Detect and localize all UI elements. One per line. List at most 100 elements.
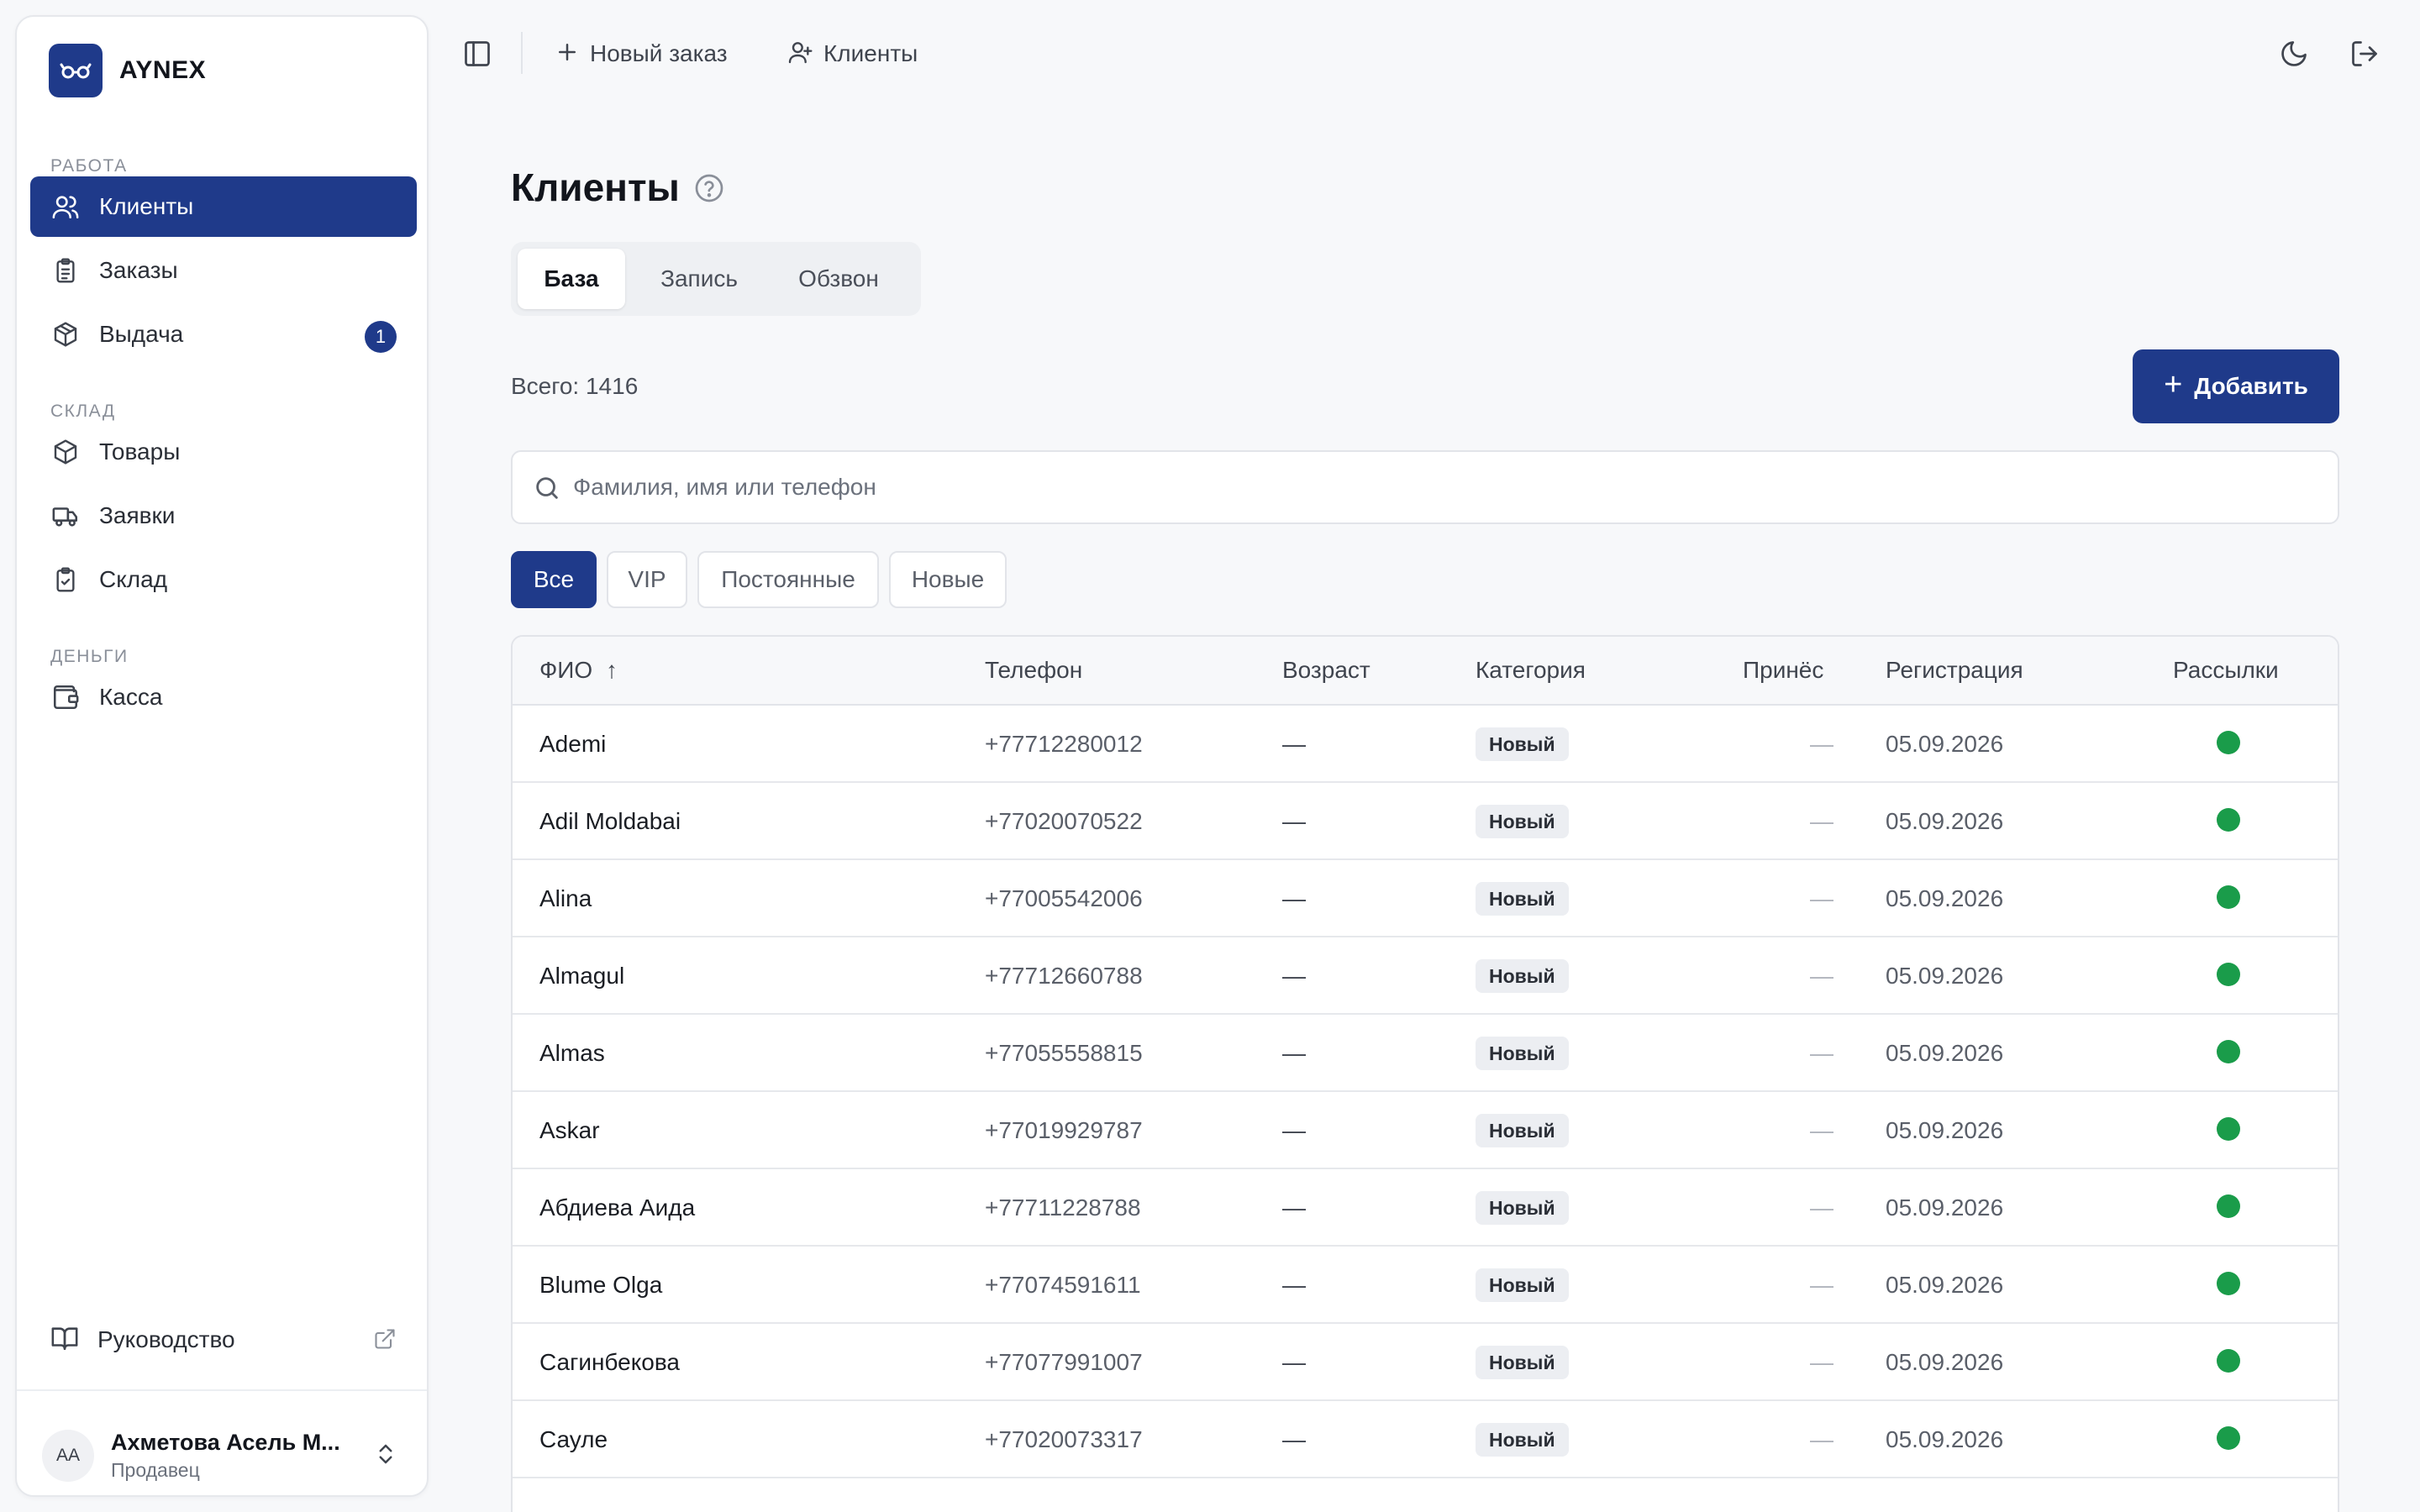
table-row-partial[interactable]: [513, 1478, 2338, 1512]
category-badge: Новый: [1476, 1037, 1569, 1070]
filter-all[interactable]: Все: [511, 551, 597, 608]
cell-name: Askar: [539, 1117, 600, 1143]
table-row[interactable]: Blume Olga +77074591611 — Новый — 05.09.…: [513, 1247, 2338, 1324]
mailing-status-dot: [2217, 1272, 2240, 1295]
mailing-status-dot: [2217, 963, 2240, 986]
sidebar-item-warehouse[interactable]: Склад: [30, 549, 417, 610]
mailing-status-dot: [2217, 1040, 2240, 1063]
sidebar-item-orders[interactable]: Заказы: [30, 240, 417, 301]
table-row[interactable]: Абдиева Аида +77711228788 — Новый — 05.0…: [513, 1169, 2338, 1247]
cell-name: Абдиева Аида: [539, 1194, 696, 1221]
tab-calls[interactable]: Обзвон: [771, 249, 906, 309]
guide-label: Руководство: [97, 1326, 235, 1352]
table-row[interactable]: Сауле +77020073317 — Новый — 05.09.2026: [513, 1401, 2338, 1478]
cell-brought: —: [1810, 1117, 1833, 1143]
column-header-category[interactable]: Категория: [1476, 657, 1586, 684]
new-order-link[interactable]: Новый заказ: [555, 34, 728, 74]
cell-name: Сагинбекова: [539, 1349, 680, 1375]
table-row[interactable]: Almagul +77712660788 — Новый — 05.09.202…: [513, 937, 2338, 1015]
sidebar-item-label: Выдача: [99, 321, 184, 347]
cell-name: Almagul: [539, 963, 625, 989]
cell-brought: —: [1810, 1349, 1833, 1375]
sidebar-item-products[interactable]: Товары: [30, 422, 417, 482]
cell-brought: —: [1810, 963, 1833, 989]
cell-age: —: [1282, 1040, 1306, 1066]
cell-phone: +77020070522: [985, 808, 1143, 834]
cell-name: Ademi: [539, 731, 607, 757]
package-icon: [50, 319, 81, 349]
cell-age: —: [1282, 885, 1306, 911]
mailing-status-dot: [2217, 885, 2240, 909]
section-label-warehouse: СКЛАД: [50, 402, 116, 421]
cell-age: —: [1282, 1272, 1306, 1298]
cell-name: Сауле: [539, 1426, 608, 1452]
table-row[interactable]: Сагинбекова +77077991007 — Новый — 05.09…: [513, 1324, 2338, 1401]
column-label: ФИО: [539, 657, 593, 683]
cell-phone: +77005542006: [985, 885, 1143, 911]
chevrons-up-down-icon[interactable]: [373, 1441, 398, 1471]
logout-icon[interactable]: [2349, 39, 2380, 69]
column-header-age[interactable]: Возраст: [1282, 657, 1370, 684]
clipboard-check-icon: [50, 564, 81, 595]
column-header-brought[interactable]: Принёс: [1743, 657, 1823, 684]
mailing-status-dot: [2217, 1117, 2240, 1141]
help-icon[interactable]: [694, 173, 724, 207]
moon-icon[interactable]: [2279, 39, 2309, 69]
category-badge: Новый: [1476, 805, 1569, 838]
topbar-divider: [521, 32, 523, 74]
mailing-status-dot: [2217, 808, 2240, 832]
sidebar-item-pickup[interactable]: Выдача 1: [30, 304, 417, 365]
cell-registration: 05.09.2026: [1886, 1349, 2004, 1375]
section-label-money: ДЕНЬГИ: [50, 647, 129, 666]
cell-brought: —: [1810, 885, 1833, 911]
cell-brought: —: [1810, 1194, 1833, 1221]
cell-registration: 05.09.2026: [1886, 731, 2004, 757]
wallet-icon: [50, 682, 81, 712]
guide-link[interactable]: Руководство: [30, 1310, 417, 1369]
search-icon: [533, 474, 561, 507]
brand[interactable]: AYNEX: [49, 44, 206, 97]
column-header-mailing[interactable]: Рассылки: [2173, 657, 2279, 684]
sidebar-item-label: Заказы: [99, 257, 178, 283]
cell-phone: +77020073317: [985, 1426, 1143, 1452]
sidebar-item-label: Товары: [99, 438, 181, 465]
mailing-status-dot: [2217, 1426, 2240, 1450]
sidebar-toggle-icon[interactable]: [462, 39, 492, 73]
table-row[interactable]: Alina +77005542006 — Новый — 05.09.2026: [513, 860, 2338, 937]
mailing-status-dot: [2217, 1194, 2240, 1218]
cell-registration: 05.09.2026: [1886, 808, 2004, 834]
table-row[interactable]: Almas +77055558815 — Новый — 05.09.2026: [513, 1015, 2338, 1092]
filter-new[interactable]: Новые: [889, 551, 1007, 608]
column-header-registration[interactable]: Регистрация: [1886, 657, 2023, 684]
cell-age: —: [1282, 731, 1306, 757]
cell-name: Alina: [539, 885, 592, 911]
cell-registration: 05.09.2026: [1886, 1426, 2004, 1452]
glasses-icon: [49, 44, 103, 97]
column-header-phone[interactable]: Телефон: [985, 657, 1082, 684]
sidebar-item-label: Заявки: [99, 502, 176, 528]
cell-name: Blume Olga: [539, 1272, 663, 1298]
cell-phone: +77712660788: [985, 963, 1143, 989]
cell-registration: 05.09.2026: [1886, 1194, 2004, 1221]
cell-phone: +77711228788: [985, 1194, 1141, 1221]
sidebar-item-clients[interactable]: Клиенты: [30, 176, 417, 237]
tab-base[interactable]: База: [518, 249, 625, 309]
filter-vip[interactable]: VIP: [607, 551, 687, 608]
filter-regular[interactable]: Постоянные: [697, 551, 879, 608]
cell-age: —: [1282, 1349, 1306, 1375]
clients-table: ФИО ↑ Телефон Возраст Категория Принёс Р…: [511, 635, 2339, 1512]
sidebar-item-cashbox[interactable]: Касса: [30, 667, 417, 727]
add-client-button[interactable]: + Добавить: [2133, 349, 2339, 423]
sidebar-item-label: Склад: [99, 566, 168, 592]
search-input[interactable]: [573, 464, 2321, 511]
table-row[interactable]: Ademi +77712280012 — Новый — 05.09.2026: [513, 706, 2338, 783]
sidebar-item-requests[interactable]: Заявки: [30, 486, 417, 546]
section-label-work: РАБОТА: [50, 156, 128, 176]
tab-appointment[interactable]: Запись: [635, 249, 763, 309]
user-menu[interactable]: AA Ахметова Асель М... Продавец: [42, 1425, 412, 1487]
clients-link[interactable]: Клиенты: [786, 34, 918, 74]
table-row[interactable]: Askar +77019929787 — Новый — 05.09.2026: [513, 1092, 2338, 1169]
cell-registration: 05.09.2026: [1886, 885, 2004, 911]
table-row[interactable]: Adil Moldabai +77020070522 — Новый — 05.…: [513, 783, 2338, 860]
column-header-name[interactable]: ФИО ↑: [539, 657, 618, 684]
